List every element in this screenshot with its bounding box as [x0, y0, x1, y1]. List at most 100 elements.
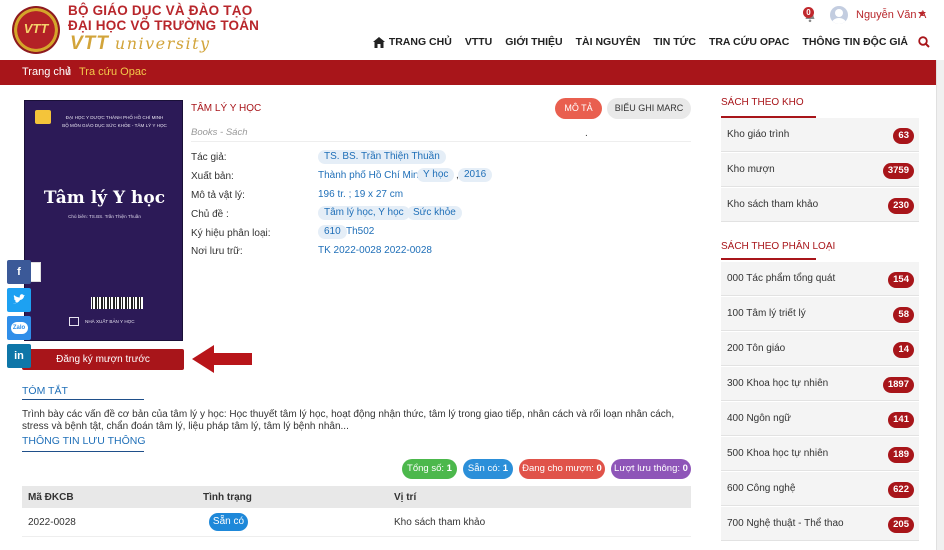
- column-header-status: Tình trạng: [203, 492, 252, 503]
- sidebar-class-item[interactable]: 100 Tâm lý triết lý 58: [721, 297, 919, 331]
- summary-underline: [22, 399, 144, 400]
- store-label: Kho mượn: [727, 164, 775, 175]
- chevron-down-icon[interactable]: [918, 12, 926, 16]
- publisher-logo: [69, 317, 79, 326]
- sidebar-class-title: SÁCH THEO PHÂN LOẠI: [721, 241, 836, 252]
- class-count-badge: 14: [893, 342, 914, 358]
- class-label: 100 Tâm lý triết lý: [727, 308, 806, 319]
- divider: [191, 141, 691, 142]
- main-nav: TRANG CHỦ VTTU GIỚI THIỆU TÀI NGUYÊN TIN…: [360, 35, 930, 49]
- class-count-badge: 1897: [882, 377, 914, 393]
- stat-total-label: Tổng số:: [407, 463, 445, 474]
- nav-home-label: TRANG CHỦ: [388, 36, 452, 48]
- linkedin-share-button[interactable]: in: [7, 344, 31, 368]
- class-label: 000 Tác phẩm tổng quát: [727, 273, 836, 284]
- class-cutter[interactable]: Th502: [346, 226, 374, 237]
- breadcrumb-separator: /: [67, 66, 71, 78]
- nav-about[interactable]: GIỚI THIỆU: [505, 36, 562, 48]
- circulation-underline: [22, 451, 144, 452]
- class-label: 400 Ngôn ngữ: [727, 413, 791, 424]
- nav-news[interactable]: TIN TỨC: [653, 36, 696, 48]
- stat-available: Sẵn có: 1: [463, 459, 513, 479]
- nav-opac[interactable]: TRA CỨU OPAC: [709, 36, 789, 48]
- label-author: Tác giả:: [191, 152, 227, 163]
- store-label: Kho sách tham khảo: [727, 199, 819, 210]
- zalo-share-button[interactable]: Zalo: [7, 316, 31, 340]
- class-count-badge: 205: [888, 517, 914, 533]
- brand-ministry: BỘ GIÁO DỤC VÀ ĐÀO TẠO: [68, 3, 253, 18]
- sidebar-class-item[interactable]: 600 Công nghệ 622: [721, 472, 919, 506]
- row-code: 2022-0028: [28, 517, 76, 528]
- sidebar-store-item[interactable]: Kho giáo trình 63: [721, 118, 919, 152]
- table-row-divider: [22, 536, 691, 537]
- sidebar-class-item[interactable]: 300 Khoa học tự nhiên 1897: [721, 367, 919, 401]
- stat-circulations: Lượt lưu thông: 0: [611, 459, 691, 479]
- book-cover: ĐẠI HỌC Y DƯỢC THÀNH PHỐ HỒ CHÍ MINH BỘ …: [24, 100, 183, 341]
- store-count-badge: 230: [888, 198, 914, 214]
- location-value[interactable]: TK 2022-0028 2022-0028: [318, 245, 432, 256]
- sidebar-store-item[interactable]: Kho sách tham khảo 230: [721, 188, 919, 222]
- publisher-link[interactable]: Y học: [417, 168, 455, 182]
- reserve-borrow-button[interactable]: Đăng ký mượn trước: [22, 349, 184, 370]
- sidebar-store-title: SÁCH THEO KHO: [721, 97, 804, 108]
- class-code-link[interactable]: 610: [318, 225, 347, 239]
- stat-available-value: 1: [502, 463, 509, 474]
- summary-title: TÓM TẮT: [22, 385, 68, 397]
- brand-university-name: ĐẠI HỌC VÕ TRƯỜNG TOẢN: [68, 18, 260, 33]
- arrow-left-icon: [192, 345, 252, 373]
- subject-link[interactable]: Tâm lý học, Y học: [318, 206, 410, 220]
- stat-total-value: 1: [446, 463, 452, 474]
- page-scrollbar[interactable]: [936, 60, 944, 550]
- row-location: Kho sách tham khảo: [394, 517, 486, 528]
- stat-total: Tổng số: 1: [402, 459, 457, 479]
- status-badge: Sẵn có: [209, 513, 248, 531]
- sidebar-class-item[interactable]: 200 Tôn giáo 14: [721, 332, 919, 366]
- author-link[interactable]: TS. BS. Trần Thiện Thuần: [318, 150, 446, 164]
- store-count-badge: 63: [893, 128, 914, 144]
- twitter-share-button[interactable]: [7, 288, 31, 312]
- breadcrumb: Trang chủ / Tra cứu Opac: [0, 60, 944, 85]
- nav-vttu[interactable]: VTTU: [465, 36, 492, 48]
- cover-publisher: NHÀ XUẤT BẢN Y HỌC: [85, 319, 135, 324]
- tab-description[interactable]: MÔ TẢ: [555, 98, 602, 119]
- sidebar-store-item[interactable]: Kho mượn 3759: [721, 153, 919, 187]
- user-avatar[interactable]: [830, 6, 848, 24]
- class-count-badge: 622: [888, 482, 914, 498]
- type-dot: .: [585, 128, 588, 139]
- facebook-share-button[interactable]: f: [7, 260, 31, 284]
- cover-title: Tâm lý Y học: [43, 188, 166, 208]
- tab-marc-record[interactable]: BIỂU GHI MARC: [607, 98, 691, 119]
- label-subject: Chủ đề :: [191, 209, 229, 220]
- publish-place-link[interactable]: Thành phố Hồ Chí Minh :: [318, 170, 430, 181]
- label-classification: Ký hiệu phân loại:: [191, 228, 271, 239]
- physical-description: 196 tr. ; 19 x 27 cm: [318, 189, 404, 200]
- sidebar-class-item[interactable]: 500 Khoa học tự nhiên 189: [721, 437, 919, 471]
- search-icon[interactable]: [918, 36, 930, 48]
- label-publish: Xuất bản:: [191, 171, 234, 182]
- label-physical: Mô tả vật lý:: [191, 190, 245, 201]
- stat-circulations-value: 0: [682, 463, 688, 474]
- label-location: Nơi lưu trữ:: [191, 246, 243, 257]
- class-count-badge: 189: [888, 447, 914, 463]
- brand-vtt-letters: VTT: [70, 33, 109, 54]
- breadcrumb-home[interactable]: Trang chủ: [22, 66, 71, 78]
- user-name[interactable]: Nguyễn Văn A: [856, 9, 926, 21]
- stat-on-loan-label: Đang cho mượn:: [522, 463, 594, 474]
- store-count-badge: 3759: [882, 163, 914, 179]
- university-logo[interactable]: VTT: [12, 6, 60, 54]
- stat-on-loan-value: 0: [596, 463, 602, 474]
- year-link[interactable]: 2016: [458, 168, 493, 182]
- nav-reader-info[interactable]: THÔNG TIN ĐỘC GIẢ: [802, 36, 908, 48]
- subject-link[interactable]: Sức khỏe: [407, 206, 462, 220]
- home-icon: [372, 36, 385, 48]
- circulation-table-header: [22, 486, 691, 508]
- store-label: Kho giáo trình: [727, 129, 790, 140]
- class-label: 200 Tôn giáo: [727, 343, 786, 354]
- nav-home[interactable]: TRANG CHỦ: [372, 36, 452, 48]
- sidebar-class-item[interactable]: 400 Ngôn ngữ 141: [721, 402, 919, 436]
- cover-editor: Chủ biên: TS.BS. Trần Thiện Thuần: [68, 214, 141, 219]
- twitter-icon: [13, 294, 25, 304]
- sidebar-class-item[interactable]: 000 Tác phẩm tổng quát 154: [721, 262, 919, 296]
- nav-resources[interactable]: TÀI NGUYÊN: [576, 36, 641, 48]
- sidebar-class-item[interactable]: 700 Nghệ thuật - Thể thao 205: [721, 507, 919, 541]
